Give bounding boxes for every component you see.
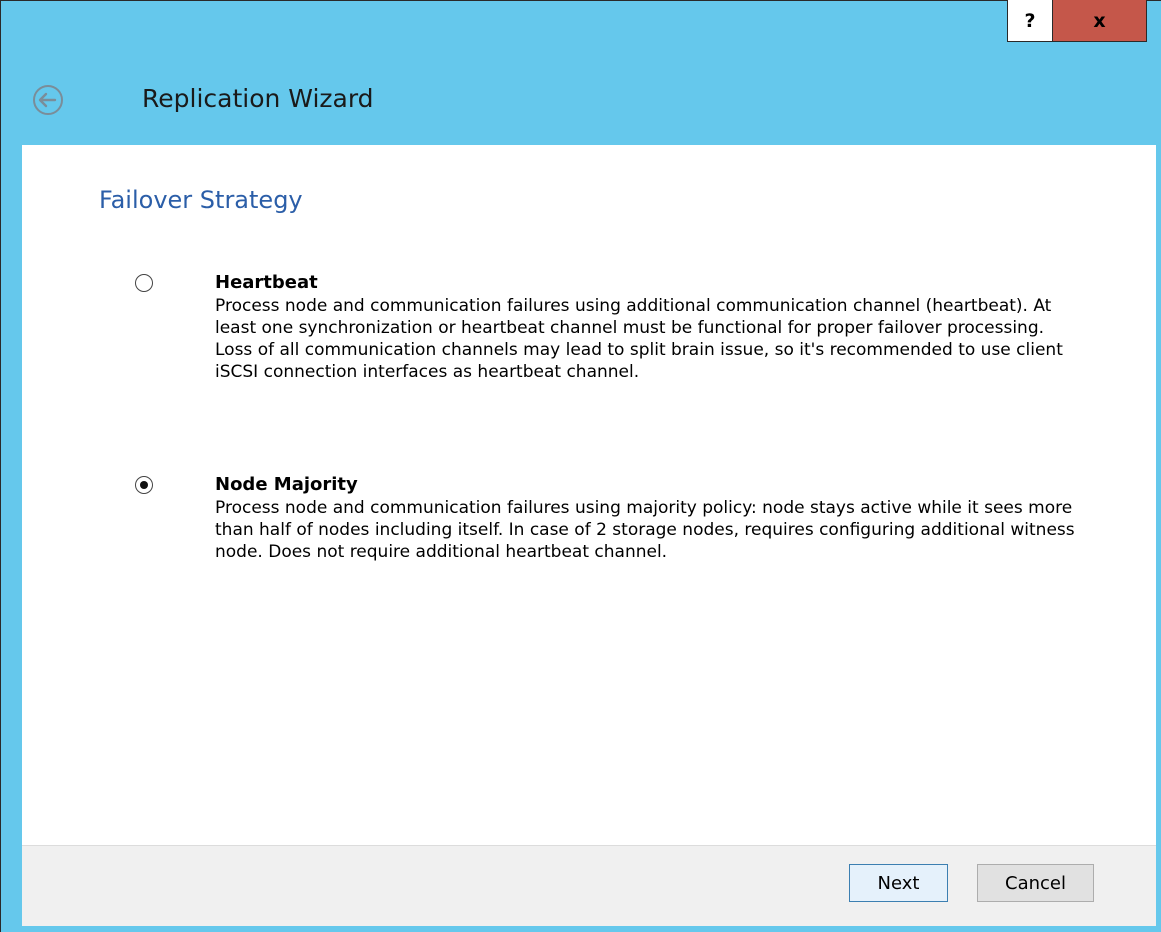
back-arrow-icon [33,85,63,115]
window-border-left [0,0,1,932]
wizard-content: Failover Strategy Heartbeat Process node… [22,145,1156,845]
back-button[interactable] [30,82,66,118]
node-majority-radio[interactable] [135,476,153,494]
wizard-footer: Next Cancel [22,845,1156,926]
wizard-window: ? x Replication Wizard Failover Strategy… [0,0,1161,932]
wizard-title: Replication Wizard [142,84,374,113]
close-icon: x [1093,9,1106,32]
help-button[interactable]: ? [1007,0,1053,42]
option-heartbeat-description: Process node and communication failures … [215,296,1063,382]
close-button[interactable]: x [1053,0,1147,42]
help-icon: ? [1024,9,1036,32]
next-button[interactable]: Next [849,864,948,902]
option-node-majority-title: Node Majority [215,474,358,495]
heartbeat-radio[interactable] [135,274,153,292]
window-border-top [0,0,1161,1]
page-title: Failover Strategy [99,186,303,214]
option-heartbeat-title: Heartbeat [215,272,318,293]
option-node-majority-description: Process node and communication failures … [215,498,1075,562]
radio-selected-dot [140,481,148,489]
cancel-button[interactable]: Cancel [977,864,1094,902]
